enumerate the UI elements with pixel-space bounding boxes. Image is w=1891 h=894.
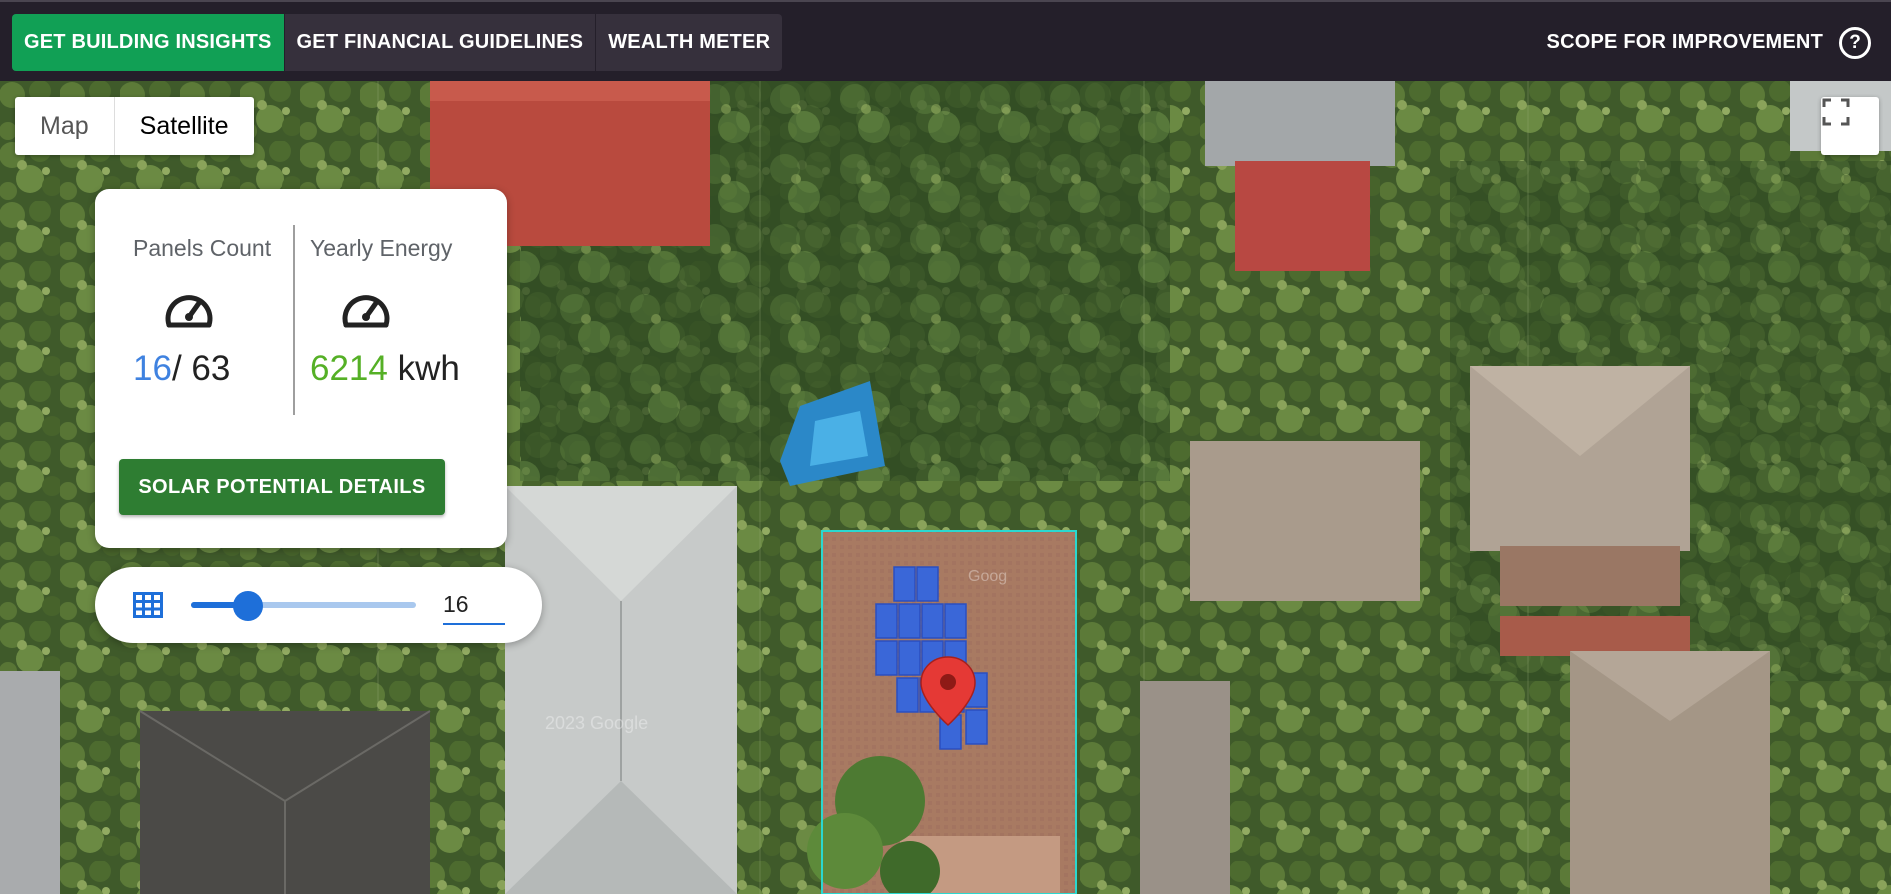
yearly-energy-unit: kwh [397, 349, 460, 388]
panels-total-count: / 63 [171, 349, 231, 388]
panels-count-label: Panels Count [133, 235, 272, 261]
panel-count-input[interactable] [443, 585, 505, 625]
solar-info-card: Panels Count 16/ 63 Yearly Energy 6214 k… [95, 189, 507, 548]
solar-potential-details-button[interactable]: SOLAR POTENTIAL DETAILS [119, 459, 445, 515]
yearly-energy-stat: Yearly Energy 6214 kwh [310, 189, 500, 429]
fullscreen-icon [1822, 98, 1850, 126]
tab-get-financial-guidelines[interactable]: GET FINANCIAL GUIDELINES [283, 14, 596, 71]
map-type-satellite-button[interactable]: Satellite [113, 97, 254, 155]
panels-count-stat: Panels Count 16/ 63 [133, 189, 293, 429]
gauge-icon [340, 287, 392, 336]
panels-count-value: 16/ 63 [133, 349, 230, 389]
map-type-map-button[interactable]: Map [15, 97, 114, 155]
gauge-icon [163, 287, 215, 336]
top-navigation-bar: GET BUILDING INSIGHTS GET FINANCIAL GUID… [0, 0, 1891, 81]
tab-group: GET BUILDING INSIGHTS GET FINANCIAL GUID… [12, 14, 783, 71]
scope-for-improvement-link[interactable]: SCOPE FOR IMPROVEMENT [1547, 14, 1823, 71]
slider-thumb[interactable] [233, 591, 264, 621]
map-watermark: 2023 Google [545, 713, 648, 733]
yearly-energy-label: Yearly Energy [310, 235, 453, 261]
stat-divider [293, 225, 295, 415]
slider-track[interactable] [191, 602, 416, 608]
panel-count-slider-control [95, 567, 542, 643]
panels-selected-count: 16 [133, 349, 172, 388]
yearly-energy-value: 6214 kwh [310, 349, 460, 389]
tab-get-building-insights[interactable]: GET BUILDING INSIGHTS [12, 14, 284, 71]
map-watermark-small: Goog [968, 568, 1007, 585]
fullscreen-button[interactable] [1821, 97, 1879, 155]
yearly-energy-number: 6214 [310, 349, 388, 388]
map-type-control: Map Satellite [15, 97, 254, 155]
tab-wealth-meter[interactable]: WEALTH METER [595, 14, 782, 71]
grid-icon [133, 592, 163, 623]
help-icon[interactable]: ? [1839, 27, 1871, 59]
